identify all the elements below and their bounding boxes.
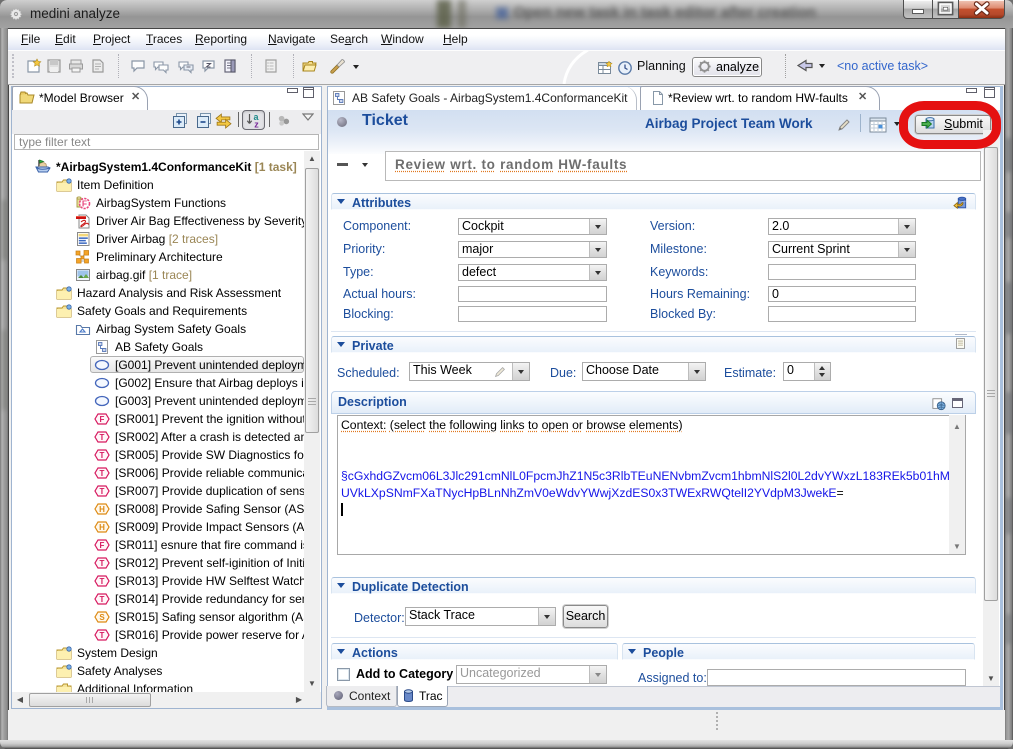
svg-text:z: z (254, 120, 259, 129)
